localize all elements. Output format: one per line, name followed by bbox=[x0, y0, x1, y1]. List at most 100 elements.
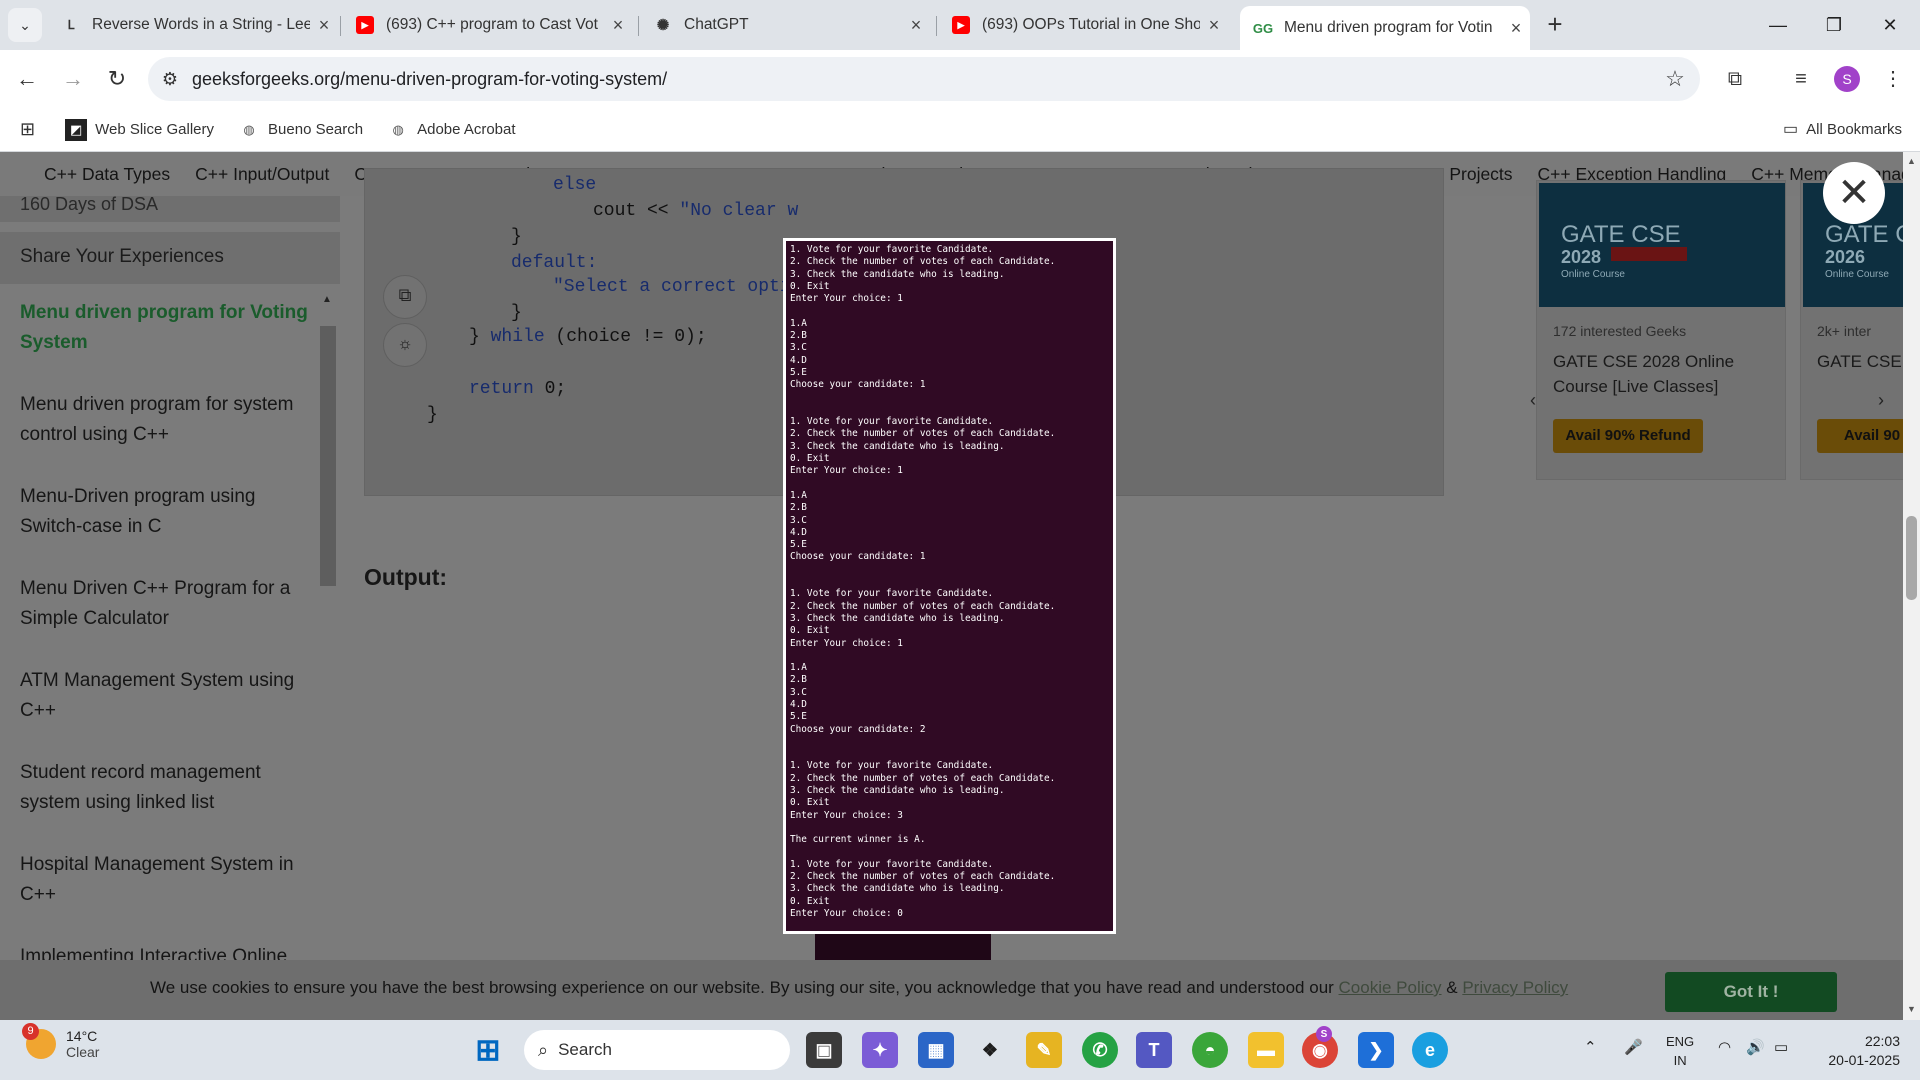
sidebar-item-hospital[interactable]: Hospital Management System in C++ bbox=[20, 850, 310, 910]
menu-kebab-icon[interactable]: ⋮ bbox=[1876, 62, 1910, 96]
edge-icon[interactable]: e bbox=[1412, 1032, 1448, 1068]
nav-link[interactable]: C++ Input/Output bbox=[195, 164, 329, 185]
windows-start-icon[interactable]: ⊞ bbox=[470, 1032, 506, 1068]
terminal-line: 5.E bbox=[790, 366, 807, 378]
restore-button[interactable]: ❐ bbox=[1806, 0, 1862, 50]
close-tab-icon[interactable]: × bbox=[1502, 18, 1530, 39]
ad-refund-button[interactable]: Avail 90 bbox=[1817, 419, 1903, 453]
theme-toggle-icon[interactable]: ☼ bbox=[383, 323, 427, 367]
ad-title[interactable]: GATE CSE [Live Wee bbox=[1817, 349, 1903, 374]
dropbox-icon[interactable]: ❖ bbox=[972, 1032, 1008, 1068]
sidebar-item-system-control[interactable]: Menu driven program for system control u… bbox=[20, 390, 310, 450]
terminal-line: 3.C bbox=[790, 686, 807, 698]
terminal-line: 2.B bbox=[790, 330, 807, 342]
back-button[interactable]: ← bbox=[10, 62, 44, 96]
sidebar-item-160-days[interactable]: 160 Days of DSA bbox=[0, 194, 340, 222]
cookie-policy-link[interactable]: Cookie Policy bbox=[1339, 978, 1442, 997]
battery-icon[interactable]: ▭ bbox=[1774, 1038, 1788, 1056]
sidebar-item-atm[interactable]: ATM Management System using C++ bbox=[20, 666, 310, 726]
tab-chatgpt[interactable]: ✺ ChatGPT × bbox=[640, 6, 930, 44]
wifi-icon[interactable]: ◠ bbox=[1718, 1038, 1731, 1056]
microphone-icon[interactable]: 🎤 bbox=[1624, 1038, 1643, 1056]
all-bookmarks-button[interactable]: ▭ All Bookmarks bbox=[1783, 119, 1902, 139]
forward-button[interactable]: → bbox=[56, 62, 90, 96]
profile-avatar[interactable]: S bbox=[1834, 66, 1860, 92]
close-icon[interactable]: ✕ bbox=[1823, 162, 1885, 224]
nav-link[interactable]: C++ Data Types bbox=[44, 164, 170, 185]
terminal-line: Choose your candidate: 1 bbox=[790, 379, 926, 391]
terminal-line: 2. Check the number of votes of each Can… bbox=[790, 256, 1056, 268]
tab-leetcode[interactable]: ᒪ Reverse Words in a String - Lee × bbox=[48, 6, 338, 44]
terminal-line: 3. Check the candidate who is leading. bbox=[790, 268, 1005, 280]
ad-refund-button[interactable]: Avail 90% Refund bbox=[1553, 419, 1703, 453]
ad-title[interactable]: GATE CSE 2028 Online Course [Live Classe… bbox=[1553, 349, 1781, 399]
linux-app-icon[interactable]: ◓ bbox=[1192, 1032, 1228, 1068]
new-tab-button[interactable]: + bbox=[1540, 10, 1570, 40]
tab-youtube-oops[interactable]: ▶ (693) OOPs Tutorial in One Sho × bbox=[938, 6, 1228, 44]
ad-card[interactable]: GATE C 2026 Online Course 2k+ inter GATE… bbox=[1800, 180, 1903, 480]
whatsapp-icon[interactable]: ✆ bbox=[1082, 1032, 1118, 1068]
teams-icon[interactable]: T bbox=[1136, 1032, 1172, 1068]
scroll-down-icon[interactable]: ▼ bbox=[1906, 1004, 1917, 1014]
task-view-icon[interactable]: ▣ bbox=[806, 1032, 842, 1068]
weather-widget[interactable]: 9 14°C Clear bbox=[22, 1023, 99, 1060]
bookmark-bueno-search[interactable]: ◍ Bueno Search bbox=[238, 119, 363, 141]
ad-card[interactable]: GATE CSE 2028 Online Course 172 interest… bbox=[1536, 180, 1786, 480]
close-tab-icon[interactable]: × bbox=[604, 15, 632, 36]
address-bar[interactable]: ⚙ geeksforgeeks.org/menu-driven-program-… bbox=[148, 57, 1700, 101]
terminal-line: 1.A bbox=[790, 489, 807, 501]
extensions-icon[interactable]: ⧉ bbox=[1718, 62, 1752, 96]
paint-icon[interactable]: ✎ bbox=[1026, 1032, 1062, 1068]
copy-icon[interactable]: ⧉ bbox=[383, 275, 427, 319]
tab-search-button[interactable]: ⌄ bbox=[8, 8, 42, 42]
close-tab-icon[interactable]: × bbox=[310, 15, 338, 36]
sidebar-item-switch-case[interactable]: Menu-Driven program using Switch-case in… bbox=[20, 482, 310, 542]
vscode-icon[interactable]: ❯ bbox=[1358, 1032, 1394, 1068]
bookmark-adobe-acrobat[interactable]: ◍ Adobe Acrobat bbox=[387, 119, 515, 141]
close-tab-icon[interactable]: × bbox=[1200, 15, 1228, 36]
volume-icon[interactable]: 🔊 bbox=[1746, 1038, 1765, 1056]
live-badge bbox=[1611, 247, 1687, 261]
cookie-accept-button[interactable]: Got It ! bbox=[1665, 972, 1837, 1012]
close-tab-icon[interactable]: × bbox=[902, 15, 930, 36]
sidebar-item-student-record[interactable]: Student record management system using l… bbox=[20, 758, 310, 818]
bookmark-star-icon[interactable]: ☆ bbox=[1650, 66, 1700, 92]
scrollbar-thumb[interactable] bbox=[1906, 516, 1917, 600]
sidebar-scrollbar[interactable] bbox=[320, 326, 336, 586]
privacy-policy-link[interactable]: Privacy Policy bbox=[1462, 978, 1568, 997]
carousel-next-icon[interactable]: › bbox=[1878, 390, 1884, 411]
site-info-icon[interactable]: ⚙ bbox=[148, 69, 192, 90]
copilot-icon[interactable]: ✦ bbox=[862, 1032, 898, 1068]
tab-gfg-voting[interactable]: GG Menu driven program for Votin × bbox=[1240, 6, 1530, 50]
file-explorer-icon[interactable]: ▬ bbox=[1248, 1032, 1284, 1068]
url-text[interactable]: geeksforgeeks.org/menu-driven-program-fo… bbox=[192, 69, 1650, 90]
code-line: } bbox=[427, 405, 438, 425]
search-icon: ⌕ bbox=[538, 1039, 549, 1060]
page-scrollbar[interactable]: ▲ ▼ bbox=[1903, 152, 1920, 1020]
media-control-icon[interactable]: ≡ bbox=[1784, 62, 1818, 96]
output-image-terminal: 1. Vote for your favorite Candidate. 2. C… bbox=[783, 238, 1116, 934]
tray-overflow-icon[interactable]: ⌃ bbox=[1584, 1038, 1597, 1056]
apps-grid-icon[interactable]: ⊞ bbox=[20, 119, 35, 140]
sidebar-scroll-up-icon[interactable]: ▲ bbox=[322, 294, 332, 305]
terminal-line: 1. Vote for your favorite Candidate. bbox=[790, 588, 994, 600]
bookmark-web-slice-gallery[interactable]: ◩ Web Slice Gallery bbox=[65, 118, 214, 141]
store-icon[interactable]: ▦ bbox=[918, 1032, 954, 1068]
sidebar-item-share-experiences[interactable]: Share Your Experiences bbox=[0, 232, 340, 284]
language-indicator[interactable]: ENG IN bbox=[1666, 1032, 1694, 1070]
system-clock[interactable]: 22:03 20-01-2025 bbox=[1810, 1032, 1900, 1070]
cookie-banner: We use cookies to ensure you have the be… bbox=[0, 960, 1903, 1020]
terminal-line: 0. Exit bbox=[790, 895, 830, 907]
sidebar-item-calculator[interactable]: Menu Driven C++ Program for a Simple Cal… bbox=[20, 574, 310, 634]
tab-youtube-cast-vote[interactable]: ▶ (693) C++ program to Cast Vot × bbox=[342, 6, 632, 44]
terminal-line: 5.E bbox=[790, 711, 807, 723]
scroll-up-icon[interactable]: ▲ bbox=[1906, 156, 1917, 166]
reload-button[interactable]: ↻ bbox=[100, 62, 134, 96]
taskbar-search[interactable]: ⌕ Search bbox=[524, 1030, 790, 1070]
minimize-button[interactable]: — bbox=[1750, 0, 1806, 50]
close-window-button[interactable]: ✕ bbox=[1862, 0, 1918, 50]
terminal-line: 4.D bbox=[790, 526, 807, 538]
carousel-prev-icon[interactable]: ‹ bbox=[1530, 390, 1536, 411]
sidebar-item-voting-system[interactable]: Menu driven program for Voting System bbox=[20, 298, 310, 358]
